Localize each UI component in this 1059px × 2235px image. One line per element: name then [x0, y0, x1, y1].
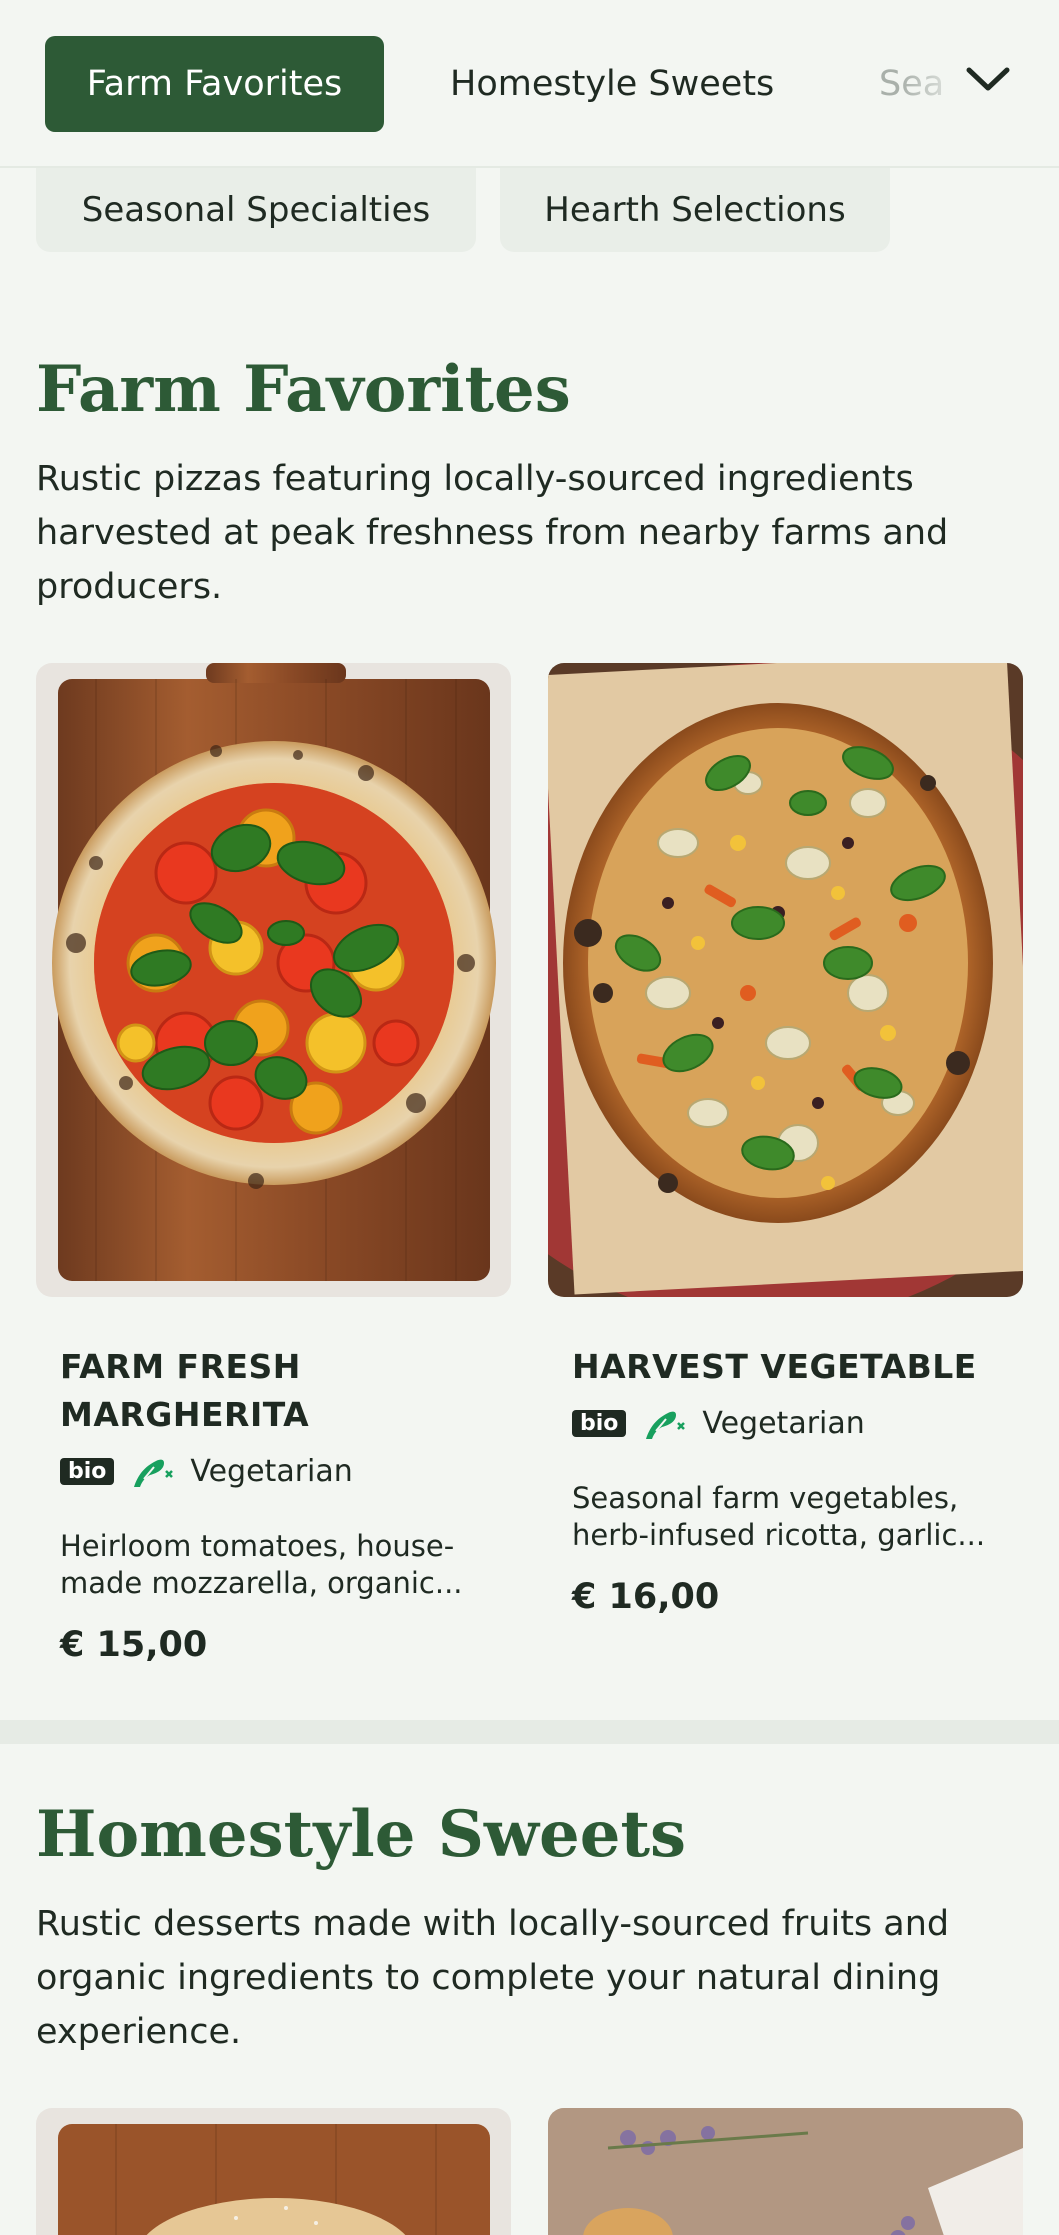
section-description: Rustic desserts made with locally-source…	[36, 1904, 950, 2052]
tab-fade-overlay	[900, 40, 970, 128]
section-description: Rustic pizzas featuring locally-sourced …	[36, 459, 949, 607]
tab-farm-favorites[interactable]: Farm Favorites	[45, 36, 384, 132]
tab-seasonal-specialties[interactable]: Seasonal Specialties	[36, 168, 476, 252]
dessert-image-1[interactable]	[36, 2108, 511, 2235]
item-title-line: MARGHERITA	[60, 1395, 310, 1434]
item-description-line: Heirloom tomatoes, house-	[60, 1529, 455, 1563]
bio-badge: bio	[572, 1409, 627, 1437]
item-tags: bio Vegetarian	[572, 1405, 865, 1441]
pizza-image-margherita[interactable]	[36, 663, 511, 1297]
item-description-line: made mozzarella, organic...	[60, 1566, 463, 1600]
item-description: Seasonal farm vegetables, herb-infused r…	[572, 1480, 1012, 1554]
section-title: Farm Favorites	[36, 352, 571, 427]
chevron-down-icon[interactable]	[965, 64, 1011, 94]
item-title-line: FARM FRESH	[60, 1347, 301, 1386]
dessert-image-2[interactable]	[548, 2108, 1023, 2235]
diet-label: Vegetarian	[190, 1453, 353, 1489]
category-tab-bar: Farm Favorites Homestyle Sweets Sea	[0, 0, 1059, 168]
item-tags: bio Vegetarian	[60, 1453, 353, 1489]
item-title-line: HARVEST VEGETABLE	[572, 1347, 977, 1386]
item-title-harvest-vegetable[interactable]: HARVEST VEGETABLE	[572, 1343, 977, 1391]
tab-homestyle-sweets[interactable]: Homestyle Sweets	[450, 36, 774, 132]
tab-hearth-selections[interactable]: Hearth Selections	[500, 168, 890, 252]
item-description-line: herb-infused ricotta, garlic...	[572, 1518, 986, 1552]
diet-label: Vegetarian	[702, 1405, 865, 1441]
vegetarian-icon	[134, 1459, 174, 1487]
section-title: Homestyle Sweets	[36, 1797, 687, 1872]
vegetarian-icon	[646, 1411, 686, 1439]
item-price: € 16,00	[572, 1577, 720, 1617]
pizza-image-harvest-vegetable[interactable]	[548, 663, 1023, 1297]
item-title-margherita[interactable]: FARM FRESH MARGHERITA	[60, 1343, 309, 1439]
bio-badge: bio	[60, 1457, 115, 1485]
item-price: € 15,00	[60, 1625, 208, 1665]
item-description: Heirloom tomatoes, house- made mozzarell…	[60, 1528, 480, 1602]
item-description-line: Seasonal farm vegetables,	[572, 1481, 959, 1515]
section-divider	[0, 1720, 1059, 1744]
